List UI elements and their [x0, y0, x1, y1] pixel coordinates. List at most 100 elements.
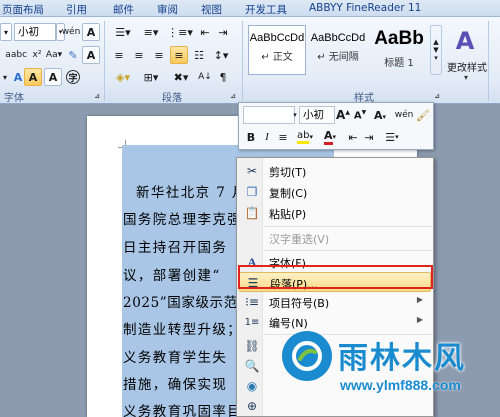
- tab-abbyy[interactable]: ABBYY FineReader 11: [309, 2, 421, 14]
- increase-indent-icon[interactable]: ⇥: [214, 23, 232, 41]
- mini-toolbar: ▾ 小初 A▲ A▼ A▾ wén 🖌 B I ≡ ab ▾ A ▾ ⇤ ⇥ ☰ ▾: [238, 102, 434, 150]
- doc-line[interactable]: 义务教育学生失: [123, 346, 227, 366]
- menu-item-bullets[interactable]: ⁝≡ 项目符号(B) ▶: [239, 292, 431, 312]
- change-styles-label[interactable]: 更改样式: [447, 59, 487, 74]
- mini-styles-icon[interactable]: A▾: [371, 106, 389, 124]
- char-frame-icon[interactable]: A: [44, 68, 62, 86]
- align-left-icon[interactable]: ≡: [110, 46, 128, 64]
- justify-icon[interactable]: ≡: [170, 46, 188, 64]
- styles-scroll[interactable]: ▲ ▼ ▾: [430, 25, 442, 75]
- char-border-icon[interactable]: A: [82, 23, 100, 41]
- style-normal[interactable]: AaBbCcDd ↵ 正文: [248, 25, 306, 75]
- tab-developer[interactable]: 开发工具: [245, 2, 287, 17]
- menu-item-paste[interactable]: 📋 粘贴(P): [239, 203, 431, 223]
- tab-review[interactable]: 审阅: [157, 2, 178, 17]
- menu-separator: [265, 250, 431, 251]
- doc-line[interactable]: 义务教育巩固率目: [123, 400, 242, 417]
- paste-icon: 📋: [244, 206, 260, 220]
- bold-icon[interactable]: B: [243, 128, 259, 146]
- doc-line[interactable]: 措施，确保实现: [123, 373, 227, 393]
- translate-icon: ⊕: [246, 399, 258, 413]
- enclose-char-icon[interactable]: A: [82, 46, 100, 64]
- mini-bullets-icon[interactable]: ☰ ▾: [379, 128, 405, 146]
- menu-item-label: 复制(C): [269, 187, 308, 200]
- chevron-down-icon[interactable]: ▾: [291, 106, 299, 124]
- sort-icon[interactable]: A↓: [196, 68, 214, 86]
- font-color-icon[interactable]: A ▾: [319, 128, 341, 146]
- borders-icon[interactable]: ⊞▾: [138, 68, 164, 86]
- doc-line[interactable]: 国务院总理李克强: [123, 208, 242, 228]
- clear-format-icon[interactable]: ✎: [66, 46, 80, 64]
- doc-line[interactable]: 新华社北京 7 月: [136, 181, 247, 201]
- style-heading-1-name: 标题 1: [384, 58, 414, 69]
- group-separator: [104, 21, 105, 101]
- menu-item-numbering[interactable]: 1≡ 编号(N) ▶: [239, 312, 431, 332]
- hyperlink-icon: ⛓: [244, 339, 260, 353]
- font-dialog-launcher-icon[interactable]: ⊿: [92, 87, 102, 105]
- align-right-icon[interactable]: ≡: [150, 46, 168, 64]
- tab-view[interactable]: 视图: [201, 2, 222, 17]
- multilevel-list-icon[interactable]: ⋮≡▾: [166, 23, 194, 41]
- font-name-dropdown[interactable]: ▾: [0, 23, 12, 41]
- phonetic-guide-icon[interactable]: wén: [60, 23, 82, 41]
- font-size-input[interactable]: 小初: [14, 23, 56, 41]
- subscript-icon[interactable]: abc: [8, 46, 30, 64]
- mini-font-size-input[interactable]: 小初: [299, 106, 335, 124]
- group-separator: [242, 21, 243, 101]
- decrease-indent-icon[interactable]: ⇤: [345, 128, 361, 146]
- tab-references[interactable]: 引用: [66, 2, 87, 17]
- menu-item-cut[interactable]: ✂ 剪切(T): [239, 161, 431, 181]
- style-normal-name: ↵ 正文: [261, 52, 293, 63]
- selection-padding: [110, 138, 122, 166]
- group-separator: [488, 21, 489, 101]
- superscript-icon[interactable]: x²: [30, 46, 44, 64]
- shrink-font-icon[interactable]: A▼: [353, 106, 367, 124]
- tab-mailings[interactable]: 邮件: [113, 2, 134, 17]
- copy-icon: ❐: [246, 185, 258, 199]
- chinese-layout-icon[interactable]: ✖▾: [168, 68, 194, 86]
- style-heading-1[interactable]: AaBb 标题 1: [370, 25, 428, 75]
- italic-icon[interactable]: I: [259, 128, 275, 146]
- line-spacing-icon[interactable]: ↕▾: [210, 46, 232, 64]
- distributed-icon[interactable]: ☷: [190, 46, 208, 64]
- menu-separator: [265, 226, 431, 227]
- tab-page-layout[interactable]: 页面布局: [2, 2, 44, 17]
- font-dropdown-arrow[interactable]: ▾: [0, 68, 10, 86]
- doc-line[interactable]: 议，部署创建“: [123, 264, 221, 284]
- menu-item-copy[interactable]: ❐ 复制(C): [239, 182, 431, 202]
- text-effect-icon[interactable]: A: [11, 68, 25, 86]
- numbering-icon: 1≡: [244, 316, 260, 328]
- bullets-list-icon[interactable]: ☰▾: [110, 23, 136, 41]
- chevron-down-icon[interactable]: ▾: [464, 73, 468, 82]
- mini-phonetic-icon[interactable]: wén: [395, 106, 414, 124]
- change-case-icon[interactable]: Aa▾: [46, 46, 62, 64]
- doc-line[interactable]: 2025”国家级示范: [123, 291, 238, 311]
- menu-item-hidden[interactable]: ⊕: [239, 396, 431, 416]
- shading-icon[interactable]: ◈▾: [110, 68, 136, 86]
- cut-icon: ✂: [246, 164, 258, 178]
- doc-line[interactable]: 制造业转型升级；: [123, 318, 242, 338]
- decrease-indent-icon[interactable]: ⇤: [196, 23, 214, 41]
- grow-font-icon[interactable]: A▲: [335, 106, 351, 124]
- paragraph-dialog-launcher-icon[interactable]: ⊿: [228, 87, 238, 105]
- menu-item-label: 编号(N): [269, 317, 308, 330]
- style-no-spacing[interactable]: AaBbCcDd ↵ 无间隔: [309, 25, 367, 75]
- menu-item-reconversion: 汉字重选(V): [239, 228, 431, 248]
- show-marks-icon[interactable]: ¶: [214, 68, 232, 86]
- center-icon[interactable]: ≡: [275, 128, 291, 146]
- watermark-url: www.ylmf888.com: [340, 377, 461, 393]
- enclosed-char-icon[interactable]: 字: [64, 68, 82, 86]
- char-shading-icon[interactable]: A: [24, 68, 42, 86]
- format-painter-icon[interactable]: 🖌: [415, 106, 431, 124]
- highlight-icon[interactable]: ab ▾: [293, 128, 317, 146]
- mini-font-name-input[interactable]: [243, 106, 295, 124]
- doc-line[interactable]: 日主持召开国务: [123, 236, 227, 256]
- style-normal-sample: AaBbCcDd: [249, 32, 305, 44]
- numbering-list-icon[interactable]: ≡▾: [138, 23, 164, 41]
- style-no-spacing-sample: AaBbCcDd: [310, 32, 366, 44]
- menu-item-label: 粘贴(P): [269, 208, 307, 221]
- align-center-icon[interactable]: ≡: [130, 46, 148, 64]
- increase-indent-icon[interactable]: ⇥: [361, 128, 377, 146]
- highlight-annotation-box: [238, 265, 433, 289]
- change-styles-icon[interactable]: A: [452, 27, 478, 55]
